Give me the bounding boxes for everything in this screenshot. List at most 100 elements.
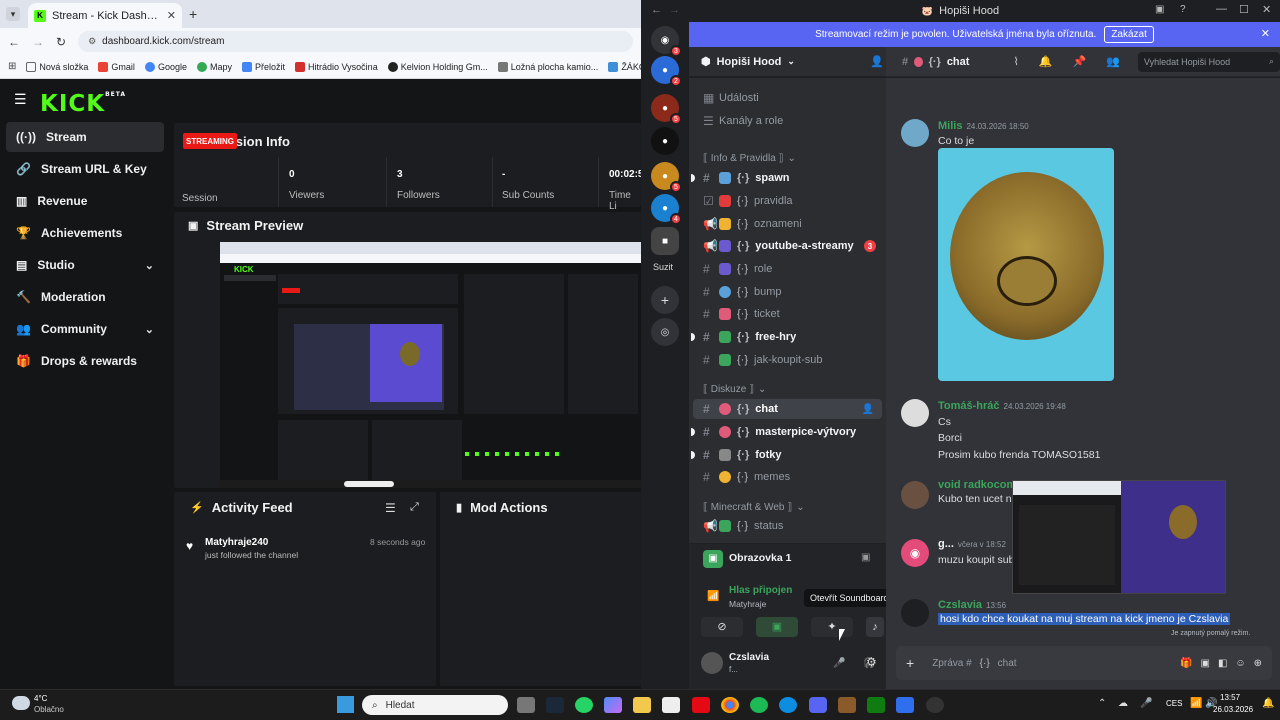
server-icon[interactable]: ● 5 (651, 94, 682, 125)
channel-masterpice-vytvory[interactable]: # {·} masterpice-výtvory (691, 422, 882, 442)
minecraft-icon[interactable] (838, 697, 856, 713)
add-server-icon[interactable]: + (651, 286, 679, 314)
clock-date[interactable]: 26.03.2026 (1213, 705, 1253, 714)
server-icon[interactable]: ● 2 (651, 56, 682, 87)
message-author[interactable]: Tomáš-hráč 24.03.2026 19:48 (938, 400, 1066, 412)
settings-icon[interactable]: ⚙ (866, 655, 877, 669)
gift-icon[interactable]: 🎁 (1180, 658, 1192, 669)
steam-icon[interactable] (546, 697, 564, 713)
tab-list-button[interactable]: ▾ (6, 7, 20, 21)
bookmark-item[interactable]: Kelvion Holding Gm... (387, 61, 488, 72)
server-icon[interactable]: ● 4 (651, 194, 682, 225)
channels-roles-item[interactable]: ☰ Kanály a role (693, 111, 882, 131)
channel-memes[interactable]: # {·} memes (693, 467, 882, 487)
threads-icon[interactable]: ⌇ (1013, 55, 1018, 68)
avatar[interactable] (901, 481, 929, 509)
category-info[interactable]: ⟦ Info & Pravidla ⟧ ⌄ (703, 153, 796, 164)
tab-close-icon[interactable]: ✕ (167, 9, 176, 22)
activity-user[interactable]: Matyhraje240 (205, 537, 268, 548)
apps-grid-icon[interactable]: ⊞ (8, 61, 16, 72)
nav-stream[interactable]: ((·)) Stream (6, 122, 164, 152)
direct-messages-icon[interactable]: ◉ 3 (651, 26, 682, 57)
discover-icon[interactable]: ◎ (651, 318, 679, 346)
reload-icon[interactable]: ↻ (56, 35, 66, 49)
message-input[interactable]: + Zpráva # {·} chat 🎁 ▣ ◧ ☺ ⊕ (896, 646, 1272, 680)
channel-youtube-a-streamy[interactable]: 📢 {·} youtube-a-streamy 3 (693, 236, 882, 256)
bookmark-item[interactable]: Hitrádio Vysočina (295, 61, 378, 72)
bookmark-item[interactable]: Gmail (98, 61, 135, 72)
server-icon[interactable]: ● (651, 127, 679, 155)
nav-studio[interactable]: ▤ Studio ⌄ (6, 250, 164, 280)
browser-tab[interactable]: K Stream - Kick Dashboard ✕ (28, 3, 182, 28)
channel-oznameni[interactable]: 📢 {·} oznameni (693, 214, 882, 234)
camera-off-button[interactable]: ⊘ (701, 617, 743, 637)
language-indicator[interactable]: CES (1166, 699, 1182, 708)
nav-revenue[interactable]: ▥ Revenue (6, 186, 164, 216)
forward-icon[interactable]: → (669, 4, 680, 16)
channel-status[interactable]: 📢 {·} status (693, 516, 882, 536)
nav-moderation[interactable]: 🔨 Moderation (6, 282, 164, 312)
channel-ticket[interactable]: # {·} ticket (693, 304, 882, 324)
channel-fotky[interactable]: # {·} fotky (691, 445, 882, 465)
activities-button[interactable]: ✦ (811, 617, 853, 637)
avatar[interactable] (901, 599, 929, 627)
channel-jak-koupit-sub[interactable]: # {·} jak-koupit-sub (693, 350, 882, 370)
calculator-icon[interactable] (662, 697, 680, 713)
clock-time[interactable]: 13:57 (1220, 693, 1240, 702)
chrome-icon[interactable] (721, 697, 739, 713)
nav-drops-rewards[interactable]: 🎁 Drops & rewards (6, 346, 164, 376)
stream-preview-video[interactable]: KICK (220, 242, 641, 488)
attach-icon[interactable]: + (906, 655, 914, 671)
new-tab-button[interactable]: + (189, 6, 197, 22)
invite-icon[interactable]: 👤 (870, 55, 884, 68)
disable-streamer-mode-button[interactable]: Zakázat (1104, 26, 1154, 43)
bell-icon[interactable]: 🔔 (1039, 55, 1053, 68)
channel-free-hry[interactable]: # {·} free-hry (691, 327, 882, 347)
whatsapp-icon[interactable] (575, 697, 593, 713)
address-bar[interactable]: ⚙ dashboard.kick.com/stream (78, 31, 633, 52)
back-icon[interactable]: ← (8, 35, 20, 49)
file-explorer-icon[interactable] (633, 697, 651, 713)
emoji-icon[interactable]: ☺ (1235, 658, 1245, 669)
server-icon[interactable]: ● 5 (651, 162, 682, 193)
bookmark-item[interactable]: Ložná plocha kamio... (497, 61, 598, 72)
apps-icon[interactable]: ⊕ (1254, 658, 1262, 669)
soundboard-button[interactable]: ♪ (866, 617, 884, 637)
edge-icon[interactable] (779, 697, 797, 713)
roblox-server-icon[interactable]: ■ (651, 227, 679, 255)
filter-icon[interactable]: ☰ (385, 501, 396, 515)
popout-icon[interactable]: ⤢ (410, 501, 419, 514)
channel-spawn[interactable]: # {·} spawn (691, 168, 882, 188)
message-author[interactable]: Czslavia 13:56 (938, 599, 1006, 611)
bookmark-item[interactable]: Google (144, 61, 187, 72)
taskbar-search[interactable]: ⌕ Hledat (362, 695, 508, 715)
start-icon[interactable] (337, 696, 354, 713)
message-author[interactable]: void radkocom (938, 479, 1016, 491)
weather-icon[interactable] (12, 696, 30, 710)
nav-community[interactable]: 👥 Community ⌄ (6, 314, 164, 344)
avatar[interactable] (701, 652, 723, 674)
bookmark-item[interactable]: Nová složka (26, 61, 88, 72)
close-banner-icon[interactable]: ✕ (1261, 27, 1270, 40)
task-view-icon[interactable] (517, 697, 535, 713)
user-name[interactable]: Czslavia (729, 652, 769, 663)
screen-share-label[interactable]: Obrazovka 1 (729, 552, 791, 564)
message-author[interactable]: g... včera v 18:52 (938, 538, 1006, 550)
folder-label[interactable]: Suzit (653, 262, 673, 272)
category-diskuze[interactable]: ⟦ Diskuze ⟧ ⌄ (703, 384, 766, 395)
avatar[interactable] (901, 399, 929, 427)
stop-share-icon[interactable]: ▣ (861, 552, 870, 563)
bookmark-item[interactable]: Přeložit (241, 61, 285, 72)
nav-stream-url-key[interactable]: 🔗 Stream URL & Key (6, 154, 164, 184)
mic-icon[interactable]: 🎤 (1140, 698, 1152, 709)
site-info-icon[interactable]: ⚙ (88, 36, 96, 47)
back-icon[interactable]: ← (651, 4, 662, 16)
xbox-icon[interactable] (867, 697, 885, 713)
notifications-icon[interactable]: 🔔 (1262, 698, 1274, 709)
discord-default-avatar-icon[interactable]: ◉ (901, 539, 929, 567)
voice-status[interactable]: Hlas připojen (729, 585, 792, 596)
channel-chat[interactable]: # {·} chat 👤 (693, 399, 882, 419)
maximize-icon[interactable]: ☐ (1239, 3, 1249, 16)
bookmark-item[interactable]: Mapy (196, 61, 232, 72)
weather-temp[interactable]: 4°C (34, 694, 47, 703)
